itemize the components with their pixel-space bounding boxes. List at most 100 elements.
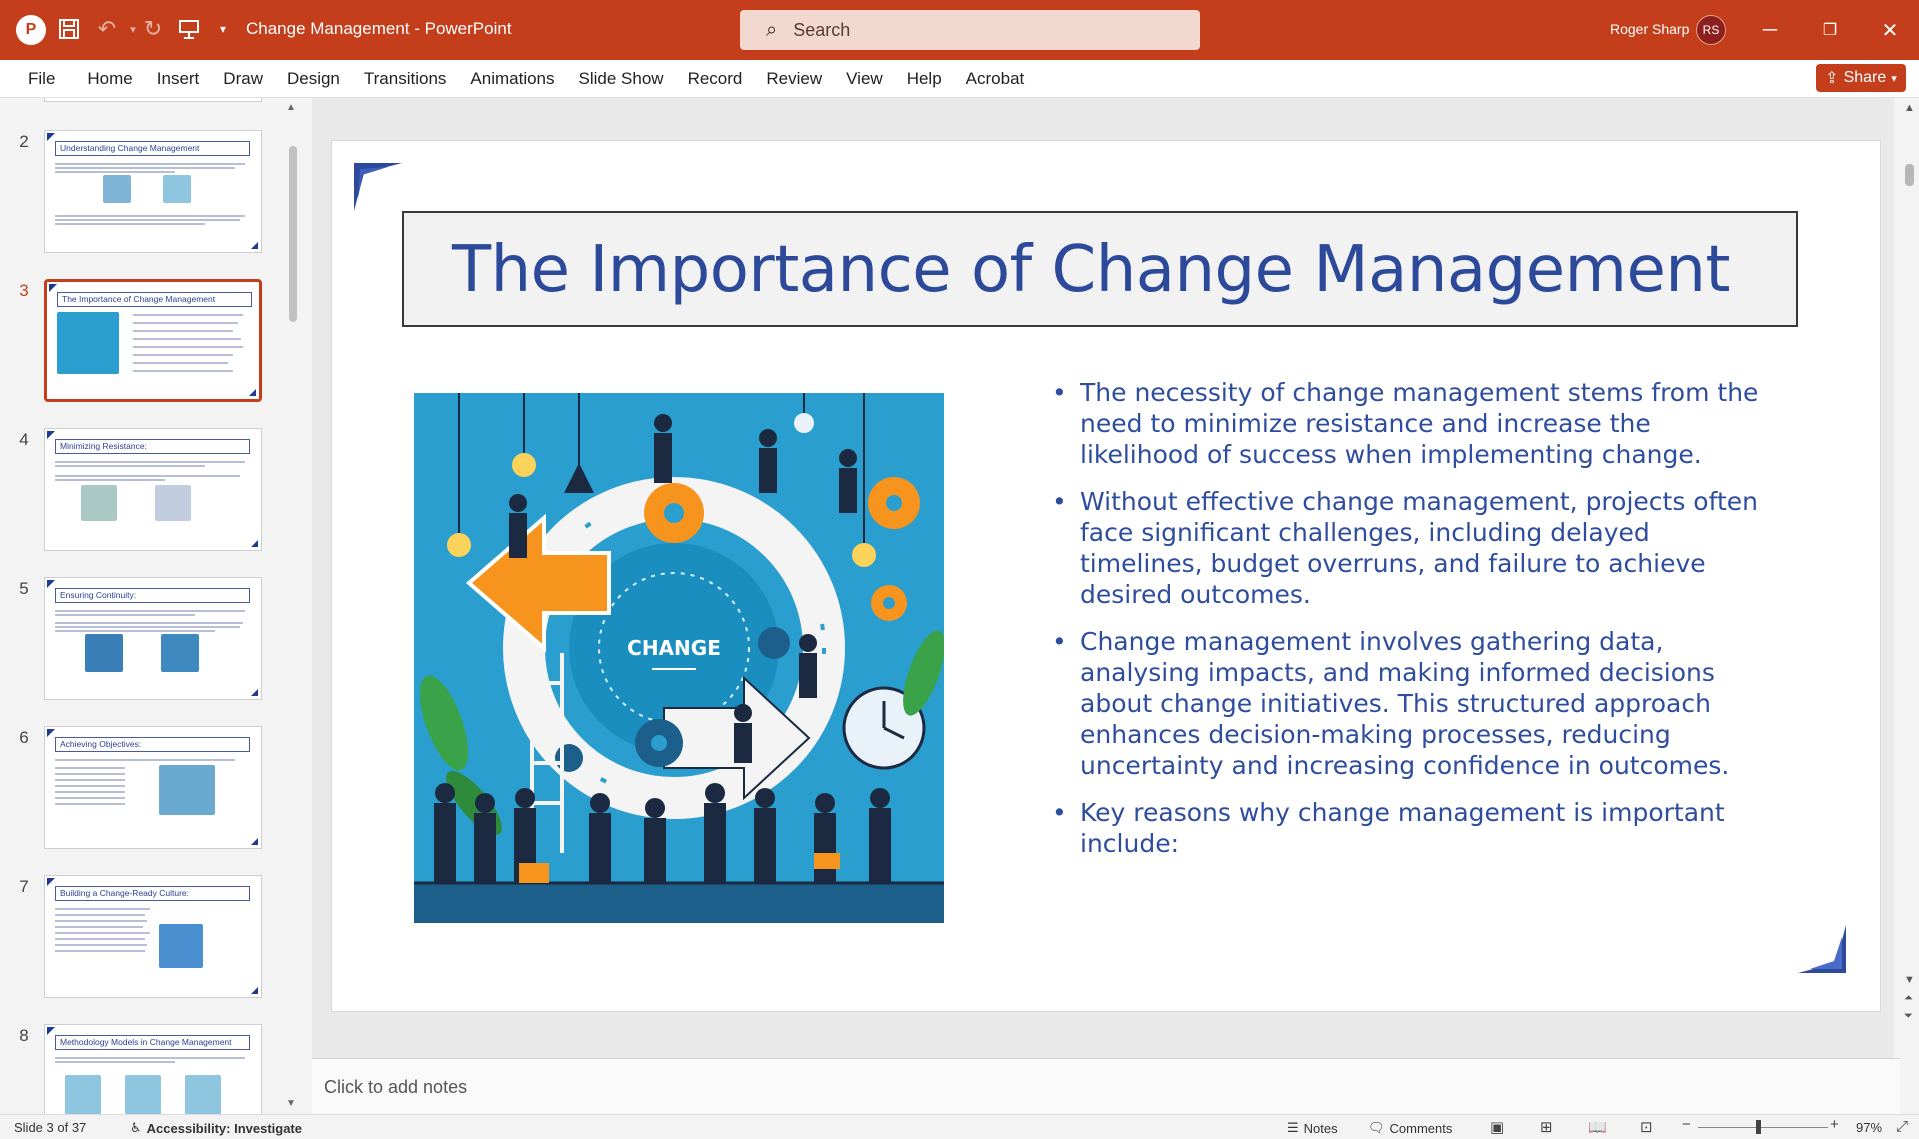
restore-icon[interactable]: ❐: [1810, 12, 1850, 48]
title-bar: P ↶ ▾ ↻ ▾ Change Management - PowerPoint…: [0, 0, 1919, 60]
user-name[interactable]: Roger Sharp: [1610, 21, 1689, 37]
tab-record[interactable]: Record: [676, 60, 755, 98]
thumbnail-text-line: [55, 803, 125, 805]
scroll-up-arrow-icon[interactable]: ▲: [1904, 102, 1915, 114]
thumbnail-preview[interactable]: Understanding Change Management: [44, 130, 262, 253]
scrollbar-thumb[interactable]: [289, 146, 297, 322]
document-title: Change Management - PowerPoint: [246, 19, 512, 38]
save-icon[interactable]: [54, 14, 84, 44]
thumbnail-slide-2[interactable]: 2 Understanding Change Management: [0, 130, 280, 255]
comments-button[interactable]: 🗨 Comments: [1368, 1120, 1452, 1136]
thumbnail-slide-6[interactable]: 6 Achieving Objectives:: [0, 726, 280, 851]
current-slide[interactable]: The Importance of Change Management CHAN…: [331, 140, 1881, 1012]
zoom-slider-thumb[interactable]: [1756, 1120, 1761, 1134]
tab-transitions[interactable]: Transitions: [352, 60, 459, 98]
slideshow-view-icon[interactable]: ⊡: [1640, 1118, 1653, 1136]
thumbnail-image: [81, 485, 117, 521]
search-icon: ⌕: [766, 18, 778, 41]
corner-decoration-icon: [47, 729, 55, 737]
thumbnail-preview[interactable]: Minimizing Resistance:: [44, 428, 262, 551]
customize-toolbar-chevron-icon[interactable]: ▾: [208, 14, 238, 44]
thumbnail-partial-slide-1[interactable]: [44, 98, 262, 102]
tab-acrobat[interactable]: Acrobat: [954, 60, 1037, 98]
thumbnail-number: 2: [19, 132, 29, 151]
share-chevron-down-icon: ▾: [1891, 72, 1897, 85]
slide-counter: Slide 3 of 37: [14, 1120, 87, 1135]
thumbnail-text-line: [55, 908, 150, 910]
thumbnail-image: [163, 175, 191, 203]
thumbnail-number: 3: [19, 281, 29, 300]
present-icon[interactable]: [174, 14, 204, 44]
slide-title-box[interactable]: The Importance of Change Management: [402, 211, 1798, 327]
thumbnail-number: 8: [19, 1026, 29, 1045]
thumbnail-image: [57, 312, 119, 374]
tab-view[interactable]: View: [834, 60, 895, 98]
fit-to-window-icon[interactable]: ⤢: [1896, 1118, 1908, 1135]
tab-design[interactable]: Design: [275, 60, 352, 98]
thumbnail-text-line: [55, 614, 195, 616]
thumbnail-slide-8[interactable]: 8 Methodology Models in Change Management: [0, 1024, 280, 1114]
reading-view-icon[interactable]: 📖: [1588, 1118, 1607, 1136]
zoom-out-icon[interactable]: −: [1682, 1116, 1691, 1133]
tab-home[interactable]: Home: [75, 60, 144, 98]
thumbnail-preview[interactable]: Ensuring Continuity:: [44, 577, 262, 700]
thumbnail-text-line: [133, 354, 233, 356]
slide-thumbnail-panel: 2 Understanding Change Management 3 The Imp…: [0, 98, 300, 1114]
thumbnail-image: [85, 634, 123, 672]
slide-sorter-icon[interactable]: ⊞: [1540, 1118, 1553, 1136]
tab-animations[interactable]: Animations: [458, 60, 566, 98]
thumbnail-slide-4[interactable]: 4 Minimizing Resistance:: [0, 428, 280, 553]
notes-button[interactable]: ☰ Notes: [1287, 1120, 1338, 1136]
thumbnail-slide-3[interactable]: 3 The Importance of Change Management: [0, 279, 280, 404]
editor-scrollbar[interactable]: ▲ ▼ ⏶ ⏷: [1900, 98, 1919, 1058]
thumbnail-text-line: [55, 630, 215, 632]
thumbnail-title: Building a Change-Ready Culture:: [55, 886, 250, 901]
thumbnail-preview[interactable]: The Importance of Change Management: [44, 279, 262, 402]
tab-draw[interactable]: Draw: [211, 60, 275, 98]
corner-decoration-icon: [47, 878, 55, 886]
slide-bullet-list[interactable]: The necessity of change management stems…: [1052, 377, 1772, 875]
share-label: Share: [1843, 69, 1887, 86]
search-box[interactable]: ⌕ Search: [740, 10, 1200, 50]
tab-insert[interactable]: Insert: [145, 60, 212, 98]
redo-icon[interactable]: ↻: [138, 14, 168, 44]
thumbnail-text-line: [55, 926, 143, 928]
thumbnail-preview[interactable]: Building a Change-Ready Culture:: [44, 875, 262, 998]
accessibility-checker-button[interactable]: ♿ Accessibility: Investigate: [130, 1120, 302, 1136]
tab-review[interactable]: Review: [754, 60, 834, 98]
change-illustration-image[interactable]: CHANGE: [414, 393, 944, 923]
notes-icon: ☰: [1287, 1120, 1299, 1135]
thumbnail-preview[interactable]: Achieving Objectives:: [44, 726, 262, 849]
scrollbar-thumb[interactable]: [1905, 164, 1914, 186]
share-button[interactable]: ⇪ Share ▾: [1816, 64, 1906, 92]
thumbnail-text-line: [55, 219, 240, 221]
thumbnail-text-line: [55, 785, 125, 787]
normal-view-icon[interactable]: ▣: [1490, 1118, 1504, 1136]
thumbnail-text-line: [55, 610, 245, 612]
avatar[interactable]: RS: [1696, 15, 1726, 45]
scroll-down-arrow-icon[interactable]: ▼: [286, 1098, 296, 1109]
thumbnail-slide-7[interactable]: 7 Building a Change-Ready Culture:: [0, 875, 280, 1000]
thumbnail-image: [65, 1075, 101, 1114]
thumbnail-text-line: [133, 322, 238, 324]
scroll-down-arrow-icon[interactable]: ▼: [1904, 974, 1915, 986]
thumbnail-slide-5[interactable]: 5 Ensuring Continuity:: [0, 577, 280, 702]
previous-slide-icon[interactable]: ⏶: [1904, 992, 1913, 1005]
tab-help[interactable]: Help: [895, 60, 954, 98]
thumbnail-scrollbar[interactable]: ▲ ▼: [284, 98, 300, 1114]
tab-slide-show[interactable]: Slide Show: [567, 60, 676, 98]
zoom-in-icon[interactable]: +: [1830, 1116, 1839, 1133]
thumbnail-image: [125, 1075, 161, 1114]
notes-pane[interactable]: Click to add notes: [312, 1058, 1900, 1114]
corner-decoration-icon: [251, 242, 258, 249]
zoom-level[interactable]: 97%: [1856, 1120, 1882, 1135]
close-icon[interactable]: ✕: [1870, 12, 1910, 48]
thumbnail-text-line: [133, 314, 243, 316]
corner-decoration-icon: [1798, 925, 1846, 973]
zoom-slider[interactable]: [1698, 1127, 1828, 1128]
tab-file[interactable]: File: [16, 60, 75, 98]
minimize-icon[interactable]: ─: [1750, 12, 1790, 48]
scroll-up-arrow-icon[interactable]: ▲: [286, 102, 296, 113]
next-slide-icon[interactable]: ⏷: [1904, 1010, 1913, 1023]
thumbnail-preview[interactable]: Methodology Models in Change Management: [44, 1024, 262, 1114]
